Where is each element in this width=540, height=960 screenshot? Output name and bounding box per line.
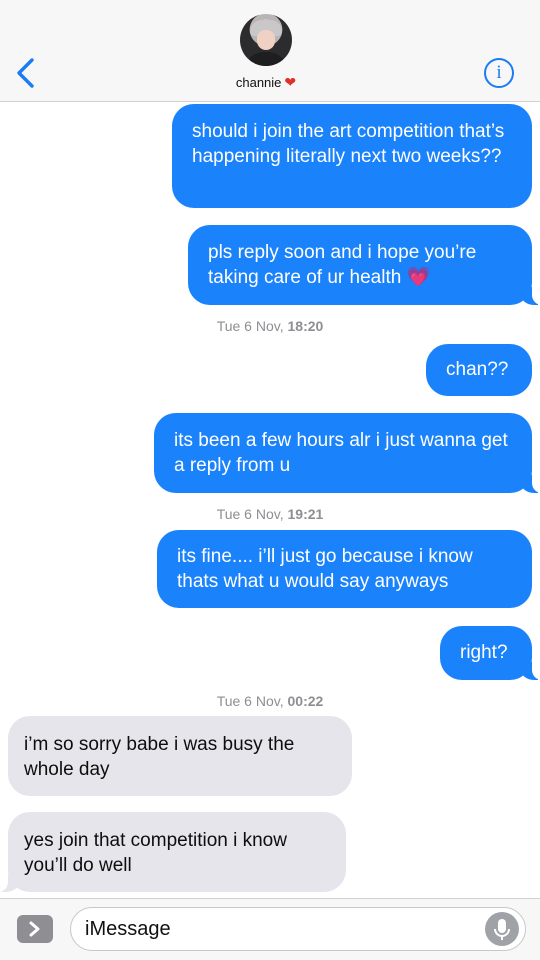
message-bubble-sent[interactable]: pls reply soon and i hope you’re taking … [188,225,540,305]
message-text: its fine.... i’ll just go because i know… [177,546,473,592]
timestamp-time: 18:20 [287,318,324,334]
timestamp-time: 00:22 [287,693,324,709]
message-input[interactable] [85,908,475,950]
message-bubble-received[interactable]: i’m so sorry babe i was busy the whole d… [8,716,352,796]
message-text: should i join the art competition that’s… [192,121,505,167]
message-text: chan?? [446,359,509,380]
message-text: its been a few hours alr i just wanna ge… [174,430,508,476]
message-bubble-sent[interactable]: its been a few hours alr i just wanna ge… [154,413,540,493]
timestamp-day: Tue 6 Nov, [216,506,284,522]
message-input-field[interactable] [70,907,526,951]
message-text: yes join that competition i know you’ll … [24,830,287,876]
contact-name-text: channie [235,75,282,90]
timestamp: Tue 6 Nov, 18:20 [0,318,540,334]
message-bubble-sent[interactable]: chan?? [426,344,532,396]
message-bubble-sent[interactable]: should i join the art competition that’s… [172,104,532,208]
timestamp: Tue 6 Nov, 19:21 [0,506,540,522]
message-bubble-sent[interactable]: right? [440,626,540,680]
contact-avatar[interactable] [240,14,292,66]
heart-emoji-icon: 💗 [406,267,431,288]
message-bubble-sent[interactable]: its fine.... i’ll just go because i know… [157,530,532,608]
compose-bar [0,898,540,960]
message-text: i’m so sorry babe i was busy the whole d… [24,734,295,780]
timestamp: Tue 6 Nov, 00:22 [0,693,540,709]
timestamp-time: 19:21 [287,506,324,522]
timestamp-day: Tue 6 Nov, [216,318,284,334]
microphone-icon[interactable] [485,912,519,946]
message-text: right? [460,642,508,663]
info-glyph: i [496,62,502,83]
info-icon[interactable]: i [484,58,514,88]
timestamp-day: Tue 6 Nov, [216,693,284,709]
app-store-icon[interactable] [17,915,53,943]
conversation-header: channie ❤ i [0,0,540,102]
contact-name-label[interactable]: channie ❤ [0,74,532,91]
heart-emoji-icon: ❤ [284,74,297,90]
message-bubble-received[interactable]: yes join that competition i know you’ll … [0,812,346,892]
message-text: pls reply soon and i hope you’re taking … [208,242,477,288]
